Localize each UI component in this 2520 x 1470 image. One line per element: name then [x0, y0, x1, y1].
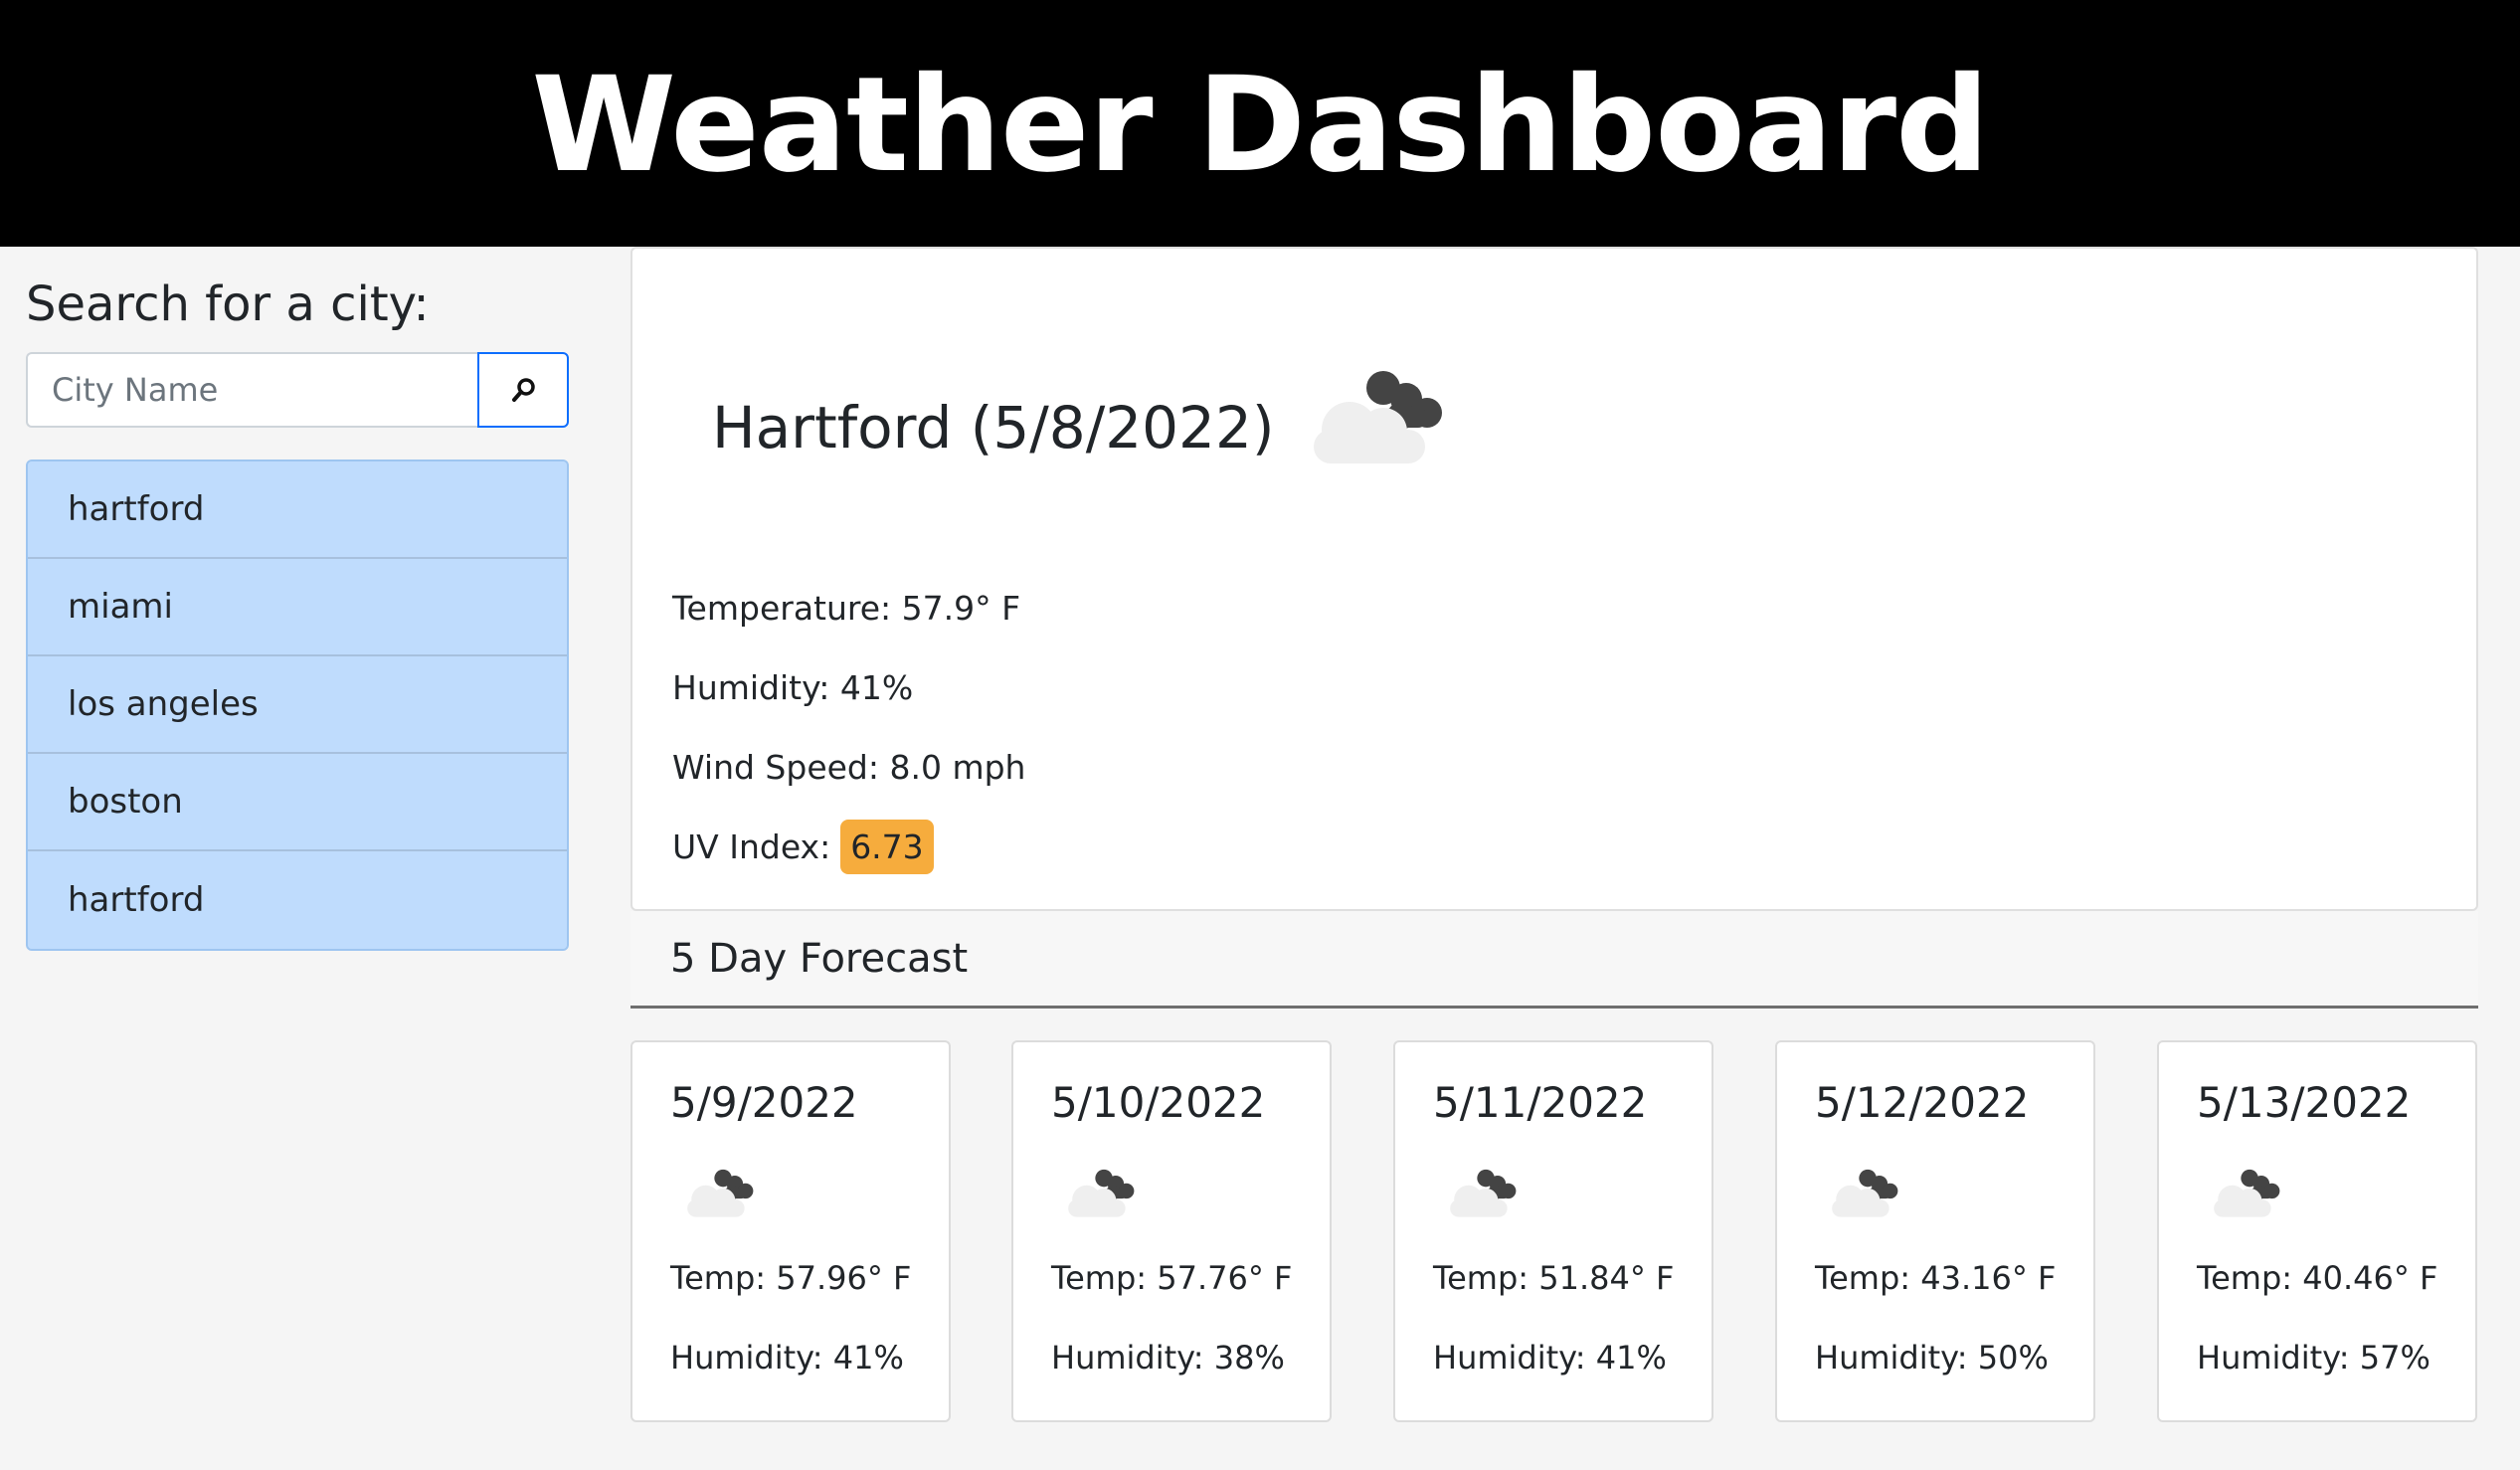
broken-clouds-icon	[1450, 1169, 1517, 1217]
forecast-card: 5/12/2022 Temp: 43.16° F Humidity: 50%	[1775, 1040, 2095, 1422]
broken-clouds-icon	[1314, 371, 1443, 463]
forecast-card: 5/10/2022 Temp: 57.76° F Humidity: 38%	[1011, 1040, 1332, 1422]
search-form	[26, 352, 569, 428]
current-uv-index: UV Index: 6.73	[672, 820, 934, 874]
search-input[interactable]	[26, 352, 477, 428]
current-city-title: Hartford (5/8/2022)	[712, 394, 1275, 461]
forecast-temp: Temp: 57.76° F	[1051, 1259, 1293, 1297]
search-label: Search for a city:	[26, 276, 430, 332]
forecast-humidity: Humidity: 57%	[2197, 1339, 2430, 1377]
forecast-temp: Temp: 51.84° F	[1433, 1259, 1675, 1297]
forecast-date: 5/10/2022	[1051, 1078, 1266, 1127]
forecast-date: 5/11/2022	[1433, 1078, 1648, 1127]
page-title: Weather Dashboard	[531, 49, 1989, 202]
history-item[interactable]: hartford	[28, 461, 567, 559]
current-weather-card: Hartford (5/8/2022) Temperature: 57.9° F…	[630, 247, 2478, 911]
history-item[interactable]: miami	[28, 559, 567, 656]
forecast-card: 5/9/2022 Temp: 57.96° F Humidity: 41%	[630, 1040, 951, 1422]
broken-clouds-icon	[687, 1169, 754, 1217]
history-item[interactable]: los angeles	[28, 656, 567, 754]
forecast-header: 5 Day Forecast	[630, 911, 2478, 1009]
forecast-temp: Temp: 57.96° F	[670, 1259, 912, 1297]
forecast-card: 5/13/2022 Temp: 40.46° F Humidity: 57%	[2157, 1040, 2477, 1422]
current-wind-speed: Wind Speed: 8.0 mph	[672, 748, 1026, 787]
forecast-humidity: Humidity: 38%	[1051, 1339, 1285, 1377]
forecast-humidity: Humidity: 41%	[670, 1339, 904, 1377]
history-item[interactable]: hartford	[28, 851, 567, 949]
forecast-title: 5 Day Forecast	[670, 935, 969, 982]
forecast-date: 5/12/2022	[1815, 1078, 2030, 1127]
forecast-date: 5/13/2022	[2197, 1078, 2412, 1127]
forecast-temp: Temp: 40.46° F	[2197, 1259, 2438, 1297]
uv-badge: 6.73	[840, 820, 934, 874]
broken-clouds-icon	[2214, 1169, 2280, 1217]
forecast-date: 5/9/2022	[670, 1078, 858, 1127]
forecast-card: 5/11/2022 Temp: 51.84° F Humidity: 41%	[1393, 1040, 1713, 1422]
forecast-humidity: Humidity: 50%	[1815, 1339, 2049, 1377]
current-heading: Hartford (5/8/2022)	[712, 371, 1451, 467]
search-button[interactable]	[477, 352, 569, 428]
broken-clouds-icon	[1068, 1169, 1135, 1217]
current-humidity: Humidity: 41%	[672, 668, 914, 707]
broken-clouds-icon	[1832, 1169, 1898, 1217]
search-history-list: hartford miami los angeles boston hartfo…	[26, 459, 569, 951]
sidebar: Search for a city: hartford miami los an…	[0, 247, 630, 1470]
history-item[interactable]: boston	[28, 754, 567, 851]
search-icon	[512, 378, 535, 402]
forecast-humidity: Humidity: 41%	[1433, 1339, 1667, 1377]
current-temperature: Temperature: 57.9° F	[672, 589, 1021, 628]
uv-label: UV Index:	[672, 827, 831, 866]
page-header: Weather Dashboard	[0, 0, 2520, 247]
forecast-temp: Temp: 43.16° F	[1815, 1259, 2057, 1297]
